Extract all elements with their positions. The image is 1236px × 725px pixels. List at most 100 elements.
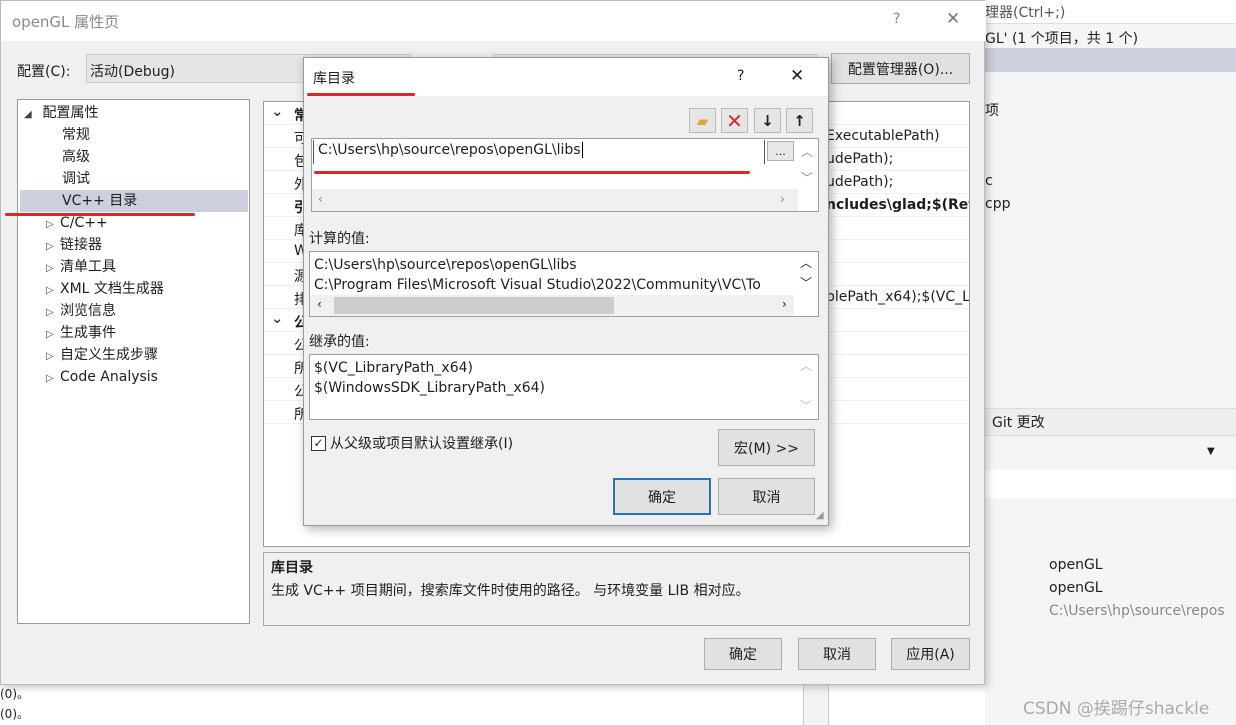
scroll-left-icon[interactable]: ‹: [317, 297, 322, 311]
tree-label: XML 文档生成器: [60, 281, 164, 297]
close-icon[interactable]: ✕: [790, 66, 804, 86]
solution-search-placeholder: 理器(Ctrl+;): [985, 5, 1066, 21]
expanded-triangle-icon[interactable]: ◢: [24, 104, 38, 126]
scroll-right-icon[interactable]: ›: [780, 192, 785, 206]
horizontal-scrollbar[interactable]: [312, 189, 798, 211]
tree-item-manifest-tool[interactable]: ▷ 清单工具: [46, 256, 116, 278]
help-button[interactable]: ?: [737, 68, 744, 84]
tree-item-general[interactable]: 常规: [62, 124, 90, 146]
selected-project-row[interactable]: [985, 48, 1236, 72]
config-label: 配置(C):: [17, 64, 71, 80]
collapsed-triangle-icon[interactable]: ▷: [46, 258, 60, 280]
collapsed-triangle-icon[interactable]: ▷: [46, 368, 60, 390]
tree-label: 浏览信息: [60, 303, 116, 319]
output-line: (0)。: [0, 687, 29, 701]
tree-root[interactable]: ◢ 配置属性: [24, 102, 98, 124]
tree-item-xml-doc[interactable]: ▷ XML 文档生成器: [46, 278, 164, 300]
new-folder-icon[interactable]: ▰: [689, 108, 716, 133]
apply-button[interactable]: 应用(A): [891, 638, 970, 670]
output-line: (0)。: [0, 707, 29, 721]
property-value: C:\Users\hp\source\repos: [1049, 603, 1225, 619]
grid-row-value: blePath_x64);$(VC_L: [826, 289, 969, 305]
scrollbar[interactable]: [803, 685, 829, 725]
properties-toolbar: [985, 470, 1236, 498]
solution-node[interactable]: GL' (1 个项目，共 1 个): [985, 28, 1138, 48]
inherited-values: $(VC_LibraryPath_x64) $(WindowsSDK_Libra…: [309, 354, 819, 420]
inherit-checkbox[interactable]: ✓: [311, 435, 326, 451]
resize-grip-icon[interactable]: ◢: [816, 510, 824, 521]
scrollbar-thumb[interactable]: [334, 297, 614, 314]
scroll-down-icon[interactable]: ﹀: [801, 169, 813, 186]
property-value: openGL: [1049, 557, 1103, 573]
browse-button[interactable]: ...: [767, 141, 794, 161]
macros-button[interactable]: 宏(M) >>: [718, 429, 815, 466]
tree-label: C/C++: [60, 215, 108, 231]
ok-button[interactable]: 确定: [704, 638, 782, 670]
inherited-line: $(VC_LibraryPath_x64): [314, 360, 473, 376]
tree-label: 链接器: [60, 237, 102, 253]
scroll-left-icon[interactable]: ‹: [318, 192, 323, 206]
inherited-label: 继承的值:: [309, 334, 370, 350]
delete-icon[interactable]: ✕: [721, 108, 748, 133]
dialog-title: 库目录: [313, 71, 355, 87]
collapsed-triangle-icon[interactable]: ▷: [46, 280, 60, 302]
help-button[interactable]: ?: [893, 11, 900, 27]
scroll-up-icon[interactable]: ︿: [801, 143, 813, 160]
tree-label: 配置属性: [42, 105, 99, 121]
collapsed-triangle-icon[interactable]: ▷: [46, 214, 60, 236]
description-panel: 库目录 生成 VC++ 项目期间，搜索库文件时使用的路径。 与环境变量 LIB …: [263, 552, 970, 626]
dialog-ok-button[interactable]: 确定: [613, 478, 711, 515]
grid-row-value: ncludes\glad;$(Refe: [826, 197, 969, 213]
tree-item-code-analysis[interactable]: ▷ Code Analysis: [46, 366, 158, 388]
directory-entry-input[interactable]: C:\Users\hp\source\repos\openGL\libs: [313, 140, 765, 164]
tree-item-linker[interactable]: ▷ 链接器: [46, 234, 102, 256]
tree-label: 自定义生成步骤: [60, 347, 158, 363]
dialog-cancel-button[interactable]: 取消: [718, 478, 815, 515]
horizontal-scrollbar[interactable]: ‹ ›: [310, 295, 794, 316]
tree-label: 清单工具: [60, 259, 116, 275]
collapsed-triangle-icon[interactable]: ▷: [46, 324, 60, 346]
description-text: 生成 VC++ 项目期间，搜索库文件时使用的路径。 与环境变量 LIB 相对应。: [271, 583, 750, 599]
grid-row-value: ExecutablePath): [826, 128, 940, 144]
chevron-down-icon[interactable]: ⌄: [271, 102, 284, 120]
window-title: openGL 属性页: [12, 13, 120, 31]
description-title: 库目录: [271, 560, 313, 576]
tree-item-debugging[interactable]: 调试: [62, 168, 90, 190]
collapsed-triangle-icon[interactable]: ▷: [46, 236, 60, 258]
tree-item-custom-build[interactable]: ▷ 自定义生成步骤: [46, 344, 158, 366]
computed-line: C:\Users\hp\source\repos\openGL\libs: [314, 257, 577, 273]
scroll-up-icon[interactable]: ︿: [800, 254, 812, 271]
scroll-up-icon[interactable]: ︿: [800, 357, 812, 374]
scroll-right-icon[interactable]: ›: [782, 297, 787, 311]
tree-item-advanced[interactable]: 高级: [62, 146, 90, 168]
config-value: 活动(Debug): [90, 64, 175, 80]
collapsed-triangle-icon[interactable]: ▷: [46, 346, 60, 368]
tree-item[interactable]: 项: [985, 100, 999, 120]
scroll-down-icon[interactable]: ﹀: [800, 274, 812, 291]
dropdown-arrow-icon[interactable]: ▼: [1207, 446, 1215, 457]
tree-item-browse-info[interactable]: ▷ 浏览信息: [46, 300, 116, 322]
scroll-down-icon[interactable]: ﹀: [800, 397, 812, 414]
move-down-icon[interactable]: ↓: [754, 108, 781, 133]
close-icon[interactable]: ✕: [946, 9, 960, 29]
tree-item[interactable]: cpp: [985, 196, 1010, 212]
annotation-underline: [307, 93, 415, 96]
tree-item-vc-directories[interactable]: VC++ 目录: [20, 190, 248, 212]
git-changes-tab[interactable]: Git 更改: [992, 412, 1045, 432]
inherit-checkbox-row[interactable]: ✓ 从父级或项目默认设置继承(I): [311, 433, 513, 453]
chevron-down-icon[interactable]: ⌄: [271, 309, 284, 327]
tree-label: Code Analysis: [60, 369, 158, 385]
cancel-button[interactable]: 取消: [798, 638, 876, 670]
output-pane: (0)。 (0)。: [0, 685, 985, 725]
annotation-underline: [5, 213, 195, 216]
tree-item[interactable]: c: [985, 173, 993, 189]
move-up-icon[interactable]: ↑: [786, 108, 813, 133]
annotation-underline: [314, 171, 750, 174]
tree-item-build-events[interactable]: ▷ 生成事件: [46, 322, 116, 344]
ide-background: 理器(Ctrl+;) GL' (1 个项目，共 1 个) 项 c cpp Git…: [985, 0, 1236, 725]
collapsed-triangle-icon[interactable]: ▷: [46, 302, 60, 324]
dialog-title-bar: 库目录 ? ✕: [304, 58, 828, 96]
tree-label: 生成事件: [60, 325, 116, 341]
config-manager-button[interactable]: 配置管理器(O)...: [831, 53, 970, 84]
library-directories-dialog: 库目录 ? ✕ ▰ ✕ ↓ ↑ C:\Users\hp\source\repos…: [303, 57, 829, 526]
